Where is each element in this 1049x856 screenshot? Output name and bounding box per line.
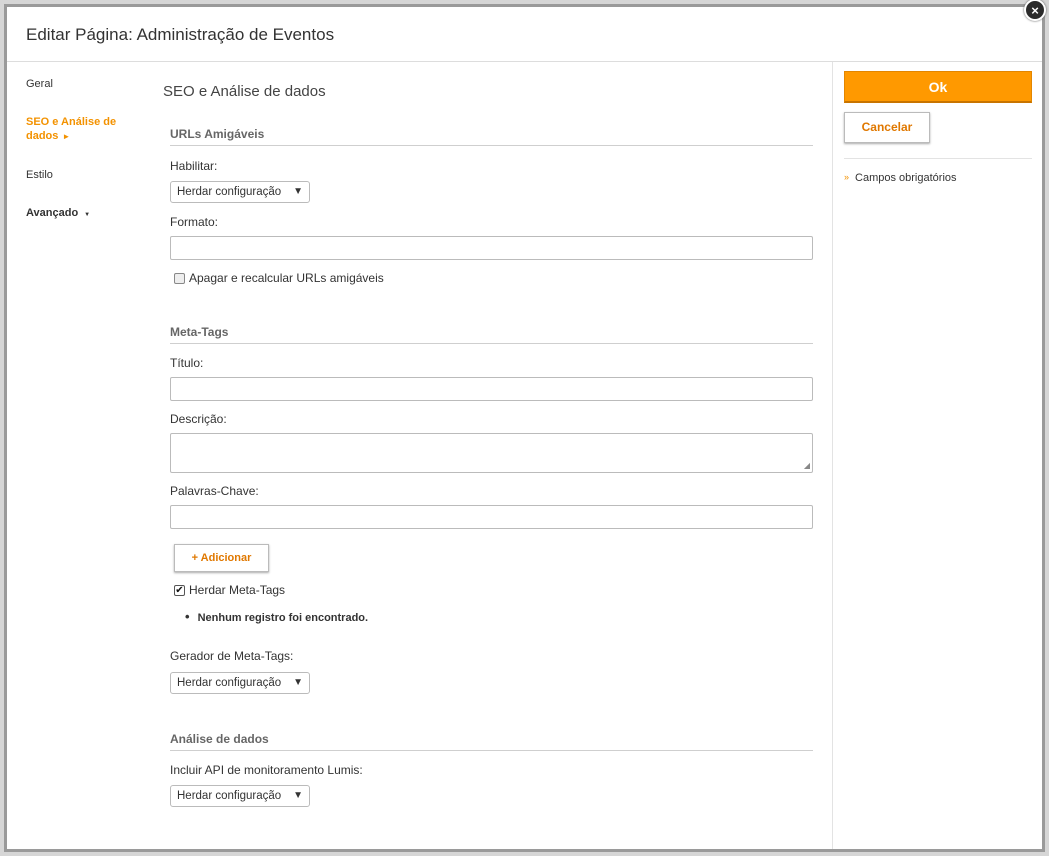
empty-records-message: Nenhum registro foi encontrado. xyxy=(185,609,369,624)
recalc-urls-checkbox-row[interactable]: Apagar e recalcular URLs amigáveis xyxy=(174,271,384,285)
nav-item-seo[interactable]: SEO e Análise de dados ► xyxy=(26,115,136,144)
inherit-meta-tags-checkbox-row[interactable]: ✔ Herdar Meta-Tags xyxy=(174,583,285,597)
required-fields-label: Campos obrigatórios xyxy=(855,172,957,184)
caret-down-icon: ▼ xyxy=(293,790,303,801)
caret-down-icon: ▼ xyxy=(84,212,91,218)
section-title-meta-tags: Meta-Tags xyxy=(170,325,813,344)
format-input[interactable] xyxy=(170,236,813,260)
generator-select-value: Herdar configuração xyxy=(177,677,282,689)
title-input[interactable] xyxy=(170,377,813,401)
recalc-urls-checkbox[interactable] xyxy=(174,273,185,285)
dialog-header: Editar Página: Administração de Eventos xyxy=(7,7,1042,62)
inherit-meta-tags-checkbox[interactable]: ✔ xyxy=(174,585,185,597)
api-select-value: Herdar configuração xyxy=(177,790,282,802)
required-fields-note: » Campos obrigatórios xyxy=(844,172,1036,184)
section-nav: Geral SEO e Análise de dados ► Estilo Ava… xyxy=(26,77,136,246)
nav-item-avancado[interactable]: Avançado ▼ xyxy=(26,206,136,222)
actions-divider xyxy=(844,158,1032,159)
generator-select[interactable]: Herdar configuração ▼ xyxy=(170,672,310,694)
generator-label: Gerador de Meta-Tags: xyxy=(170,649,294,663)
title-label: Título: xyxy=(170,356,204,370)
add-keyword-button[interactable]: + Adicionar xyxy=(174,544,269,572)
caret-down-icon: ▼ xyxy=(293,677,303,688)
nav-item-label: Estilo xyxy=(26,169,53,181)
panel-divider xyxy=(832,62,833,849)
page-heading: SEO e Análise de dados xyxy=(163,83,326,100)
section-title-friendly-urls: URLs Amigáveis xyxy=(170,127,813,146)
keywords-input[interactable] xyxy=(170,505,813,529)
required-marker-icon: » xyxy=(844,172,850,182)
close-icon[interactable]: × xyxy=(1024,0,1046,21)
api-label: Incluir API de monitoramento Lumis: xyxy=(170,763,363,777)
recalc-urls-label: Apagar e recalcular URLs amigáveis xyxy=(189,271,384,285)
enable-select[interactable]: Herdar configuração ▼ xyxy=(170,181,310,203)
description-textarea[interactable]: ◢ xyxy=(170,433,813,473)
keywords-label: Palavras-Chave: xyxy=(170,484,259,498)
inherit-meta-tags-label: Herdar Meta-Tags xyxy=(189,583,286,597)
dialog-title: Editar Página: Administração de Eventos xyxy=(26,25,335,44)
section-title-analytics: Análise de dados xyxy=(170,732,813,751)
nav-item-label: SEO e Análise de dados xyxy=(26,116,117,142)
cancel-button[interactable]: Cancelar xyxy=(844,112,930,143)
resize-grip-icon[interactable]: ◢ xyxy=(804,461,810,470)
actions-panel: Ok Cancelar » Campos obrigatórios xyxy=(844,71,1036,184)
edit-page-dialog: Editar Página: Administração de Eventos … xyxy=(4,0,1046,852)
description-label: Descrição: xyxy=(170,412,227,426)
nav-item-label: Geral xyxy=(26,78,53,90)
caret-down-icon: ▼ xyxy=(293,186,303,197)
ok-button[interactable]: Ok xyxy=(844,71,1032,103)
enable-select-value: Herdar configuração xyxy=(177,186,282,198)
format-label: Formato: xyxy=(170,215,219,229)
nav-item-label: Avançado xyxy=(26,207,79,219)
nav-item-geral[interactable]: Geral xyxy=(26,77,136,91)
api-select[interactable]: Herdar configuração ▼ xyxy=(170,785,310,807)
nav-item-estilo[interactable]: Estilo xyxy=(26,168,136,182)
arrow-right-icon: ► xyxy=(62,132,71,141)
enable-label: Habilitar: xyxy=(170,159,218,173)
